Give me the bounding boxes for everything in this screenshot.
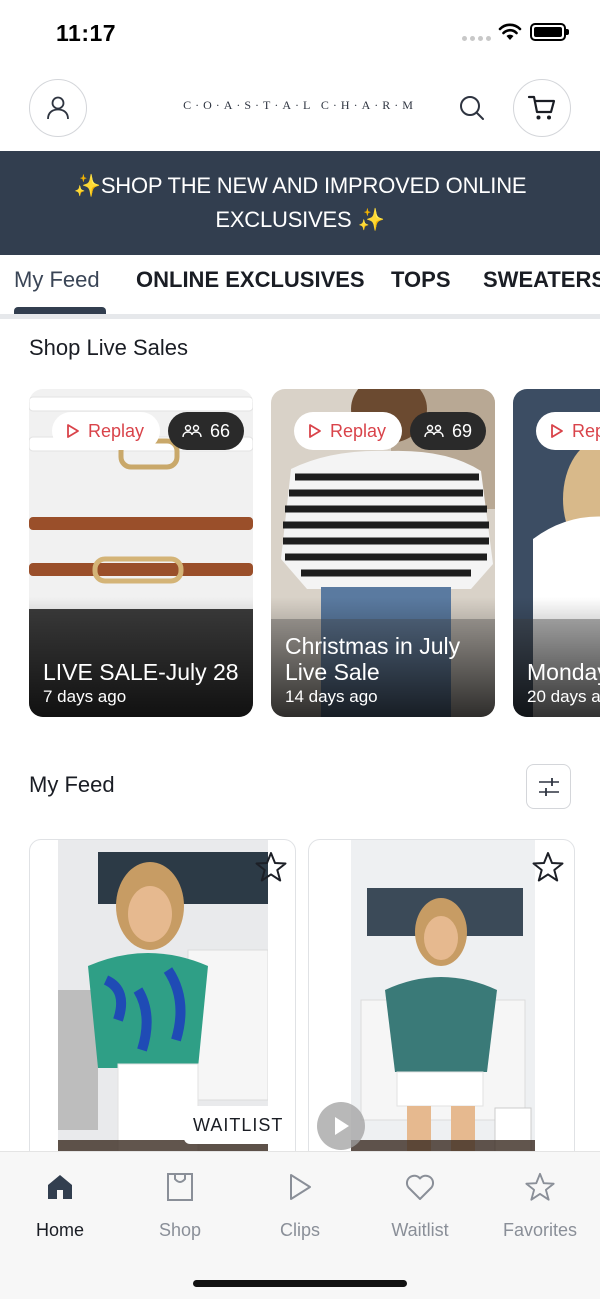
replay-label: Replay	[330, 420, 387, 441]
star-icon	[525, 1172, 555, 1201]
nav-waitlist[interactable]: Waitlist	[360, 1168, 480, 1241]
cellular-signal-icon	[462, 36, 491, 41]
profile-button[interactable]	[29, 79, 87, 137]
replay-label: Replay	[572, 420, 600, 441]
nav-shop[interactable]: Shop	[120, 1168, 240, 1241]
viewer-count: 69	[452, 420, 473, 441]
promo-banner[interactable]: ✨SHOP THE NEW AND IMPROVED ONLINE EXCLUS…	[0, 151, 600, 255]
nav-home-label: Home	[35, 1220, 84, 1240]
tab-online-exclusives[interactable]: ONLINE EXCLUSIVES	[136, 267, 365, 293]
wifi-icon	[498, 23, 522, 40]
nav-clips-label: Clips	[279, 1220, 320, 1240]
users-icon	[182, 424, 202, 438]
bottom-navigation: Home Shop Clips Waitlist Favorites	[0, 1151, 600, 1299]
product-image	[351, 840, 535, 1168]
live-sales-heading: Shop Live Sales	[29, 335, 188, 360]
live-sale-card[interactable]: Replay Monday Live 20 days ago	[513, 389, 600, 717]
category-tabs: My Feed ONLINE EXCLUSIVES TOPS SWEATERS	[0, 255, 600, 319]
home-indicator	[193, 1280, 407, 1287]
sparkle-icon: ✨	[73, 173, 101, 198]
heart-icon	[405, 1174, 435, 1200]
viewer-count: 66	[210, 420, 231, 441]
live-sale-date: 14 days ago	[285, 687, 378, 706]
live-sale-title: Monday Live	[527, 659, 600, 685]
nav-favorites-label: Favorites	[502, 1220, 578, 1240]
live-sale-title: LIVE SALE-July 28	[43, 659, 239, 685]
replay-badge[interactable]: Replay	[536, 412, 600, 450]
status-time: 11:17	[56, 20, 117, 46]
tab-tops[interactable]: TOPS	[391, 267, 451, 293]
banner-line-1: ✨SHOP THE NEW AND IMPROVED ONLINE	[73, 173, 527, 198]
active-tab-indicator	[14, 307, 106, 314]
live-sale-card[interactable]: Replay 66 LIVE SALE-July 28 7 days ago	[29, 389, 253, 717]
product-card[interactable]	[308, 839, 575, 1169]
play-video-button[interactable]	[317, 1102, 365, 1150]
waitlist-badge[interactable]: WAITLIST	[184, 1106, 293, 1144]
filter-button[interactable]	[526, 764, 571, 809]
nav-home[interactable]: Home	[0, 1168, 120, 1241]
cart-button[interactable]	[513, 79, 571, 137]
play-outline-icon	[67, 424, 79, 438]
favorite-star-icon[interactable]	[254, 850, 288, 884]
home-icon	[48, 1175, 72, 1199]
battery-icon	[530, 23, 569, 41]
play-icon	[335, 1117, 349, 1135]
my-feed-heading: My Feed	[29, 772, 115, 797]
favorite-star-icon[interactable]	[531, 850, 565, 884]
play-outline-icon	[309, 424, 321, 438]
live-sale-title: Christmas in July Live Sale	[285, 633, 461, 685]
user-icon	[47, 96, 69, 120]
viewer-count-badge: 66	[168, 412, 245, 450]
live-sale-date: 20 days ago	[527, 687, 600, 706]
search-button[interactable]	[456, 92, 488, 124]
brand-logo[interactable]: C·O·A·S·T·A·L C·H·A·R·M	[150, 98, 450, 113]
banner-line-2: EXCLUSIVES ✨	[215, 207, 385, 232]
replay-label: Replay	[88, 420, 145, 441]
nav-waitlist-label: Waitlist	[391, 1220, 449, 1240]
users-icon	[424, 424, 444, 438]
live-sale-card[interactable]: Replay 69 Christmas in July Live Sale 14…	[271, 389, 495, 717]
search-icon	[460, 96, 484, 120]
sparkle-icon: ✨	[357, 207, 385, 232]
tab-sweaters[interactable]: SWEATERS	[483, 267, 600, 293]
tab-my-feed[interactable]: My Feed	[14, 267, 100, 293]
app-header: C·O·A·S·T·A·L C·H·A·R·M	[0, 66, 600, 151]
nav-clips[interactable]: Clips	[240, 1168, 360, 1241]
status-bar: 11:17	[0, 0, 600, 66]
nav-favorites[interactable]: Favorites	[480, 1168, 600, 1241]
replay-badge[interactable]: Replay	[52, 412, 161, 450]
play-icon	[290, 1174, 311, 1200]
sliders-icon	[538, 777, 559, 796]
replay-badge[interactable]: Replay	[294, 412, 403, 450]
cart-icon	[527, 95, 556, 120]
product-card[interactable]: WAITLIST	[29, 839, 296, 1169]
live-sale-date: 7 days ago	[43, 687, 127, 706]
live-sales-carousel[interactable]: Replay 66 LIVE SALE-July 28 7 days ago R…	[29, 389, 600, 719]
play-outline-icon	[551, 424, 563, 438]
nav-shop-label: Shop	[158, 1220, 202, 1240]
shopping-bag-icon	[167, 1173, 193, 1201]
viewer-count-badge: 69	[410, 412, 487, 450]
